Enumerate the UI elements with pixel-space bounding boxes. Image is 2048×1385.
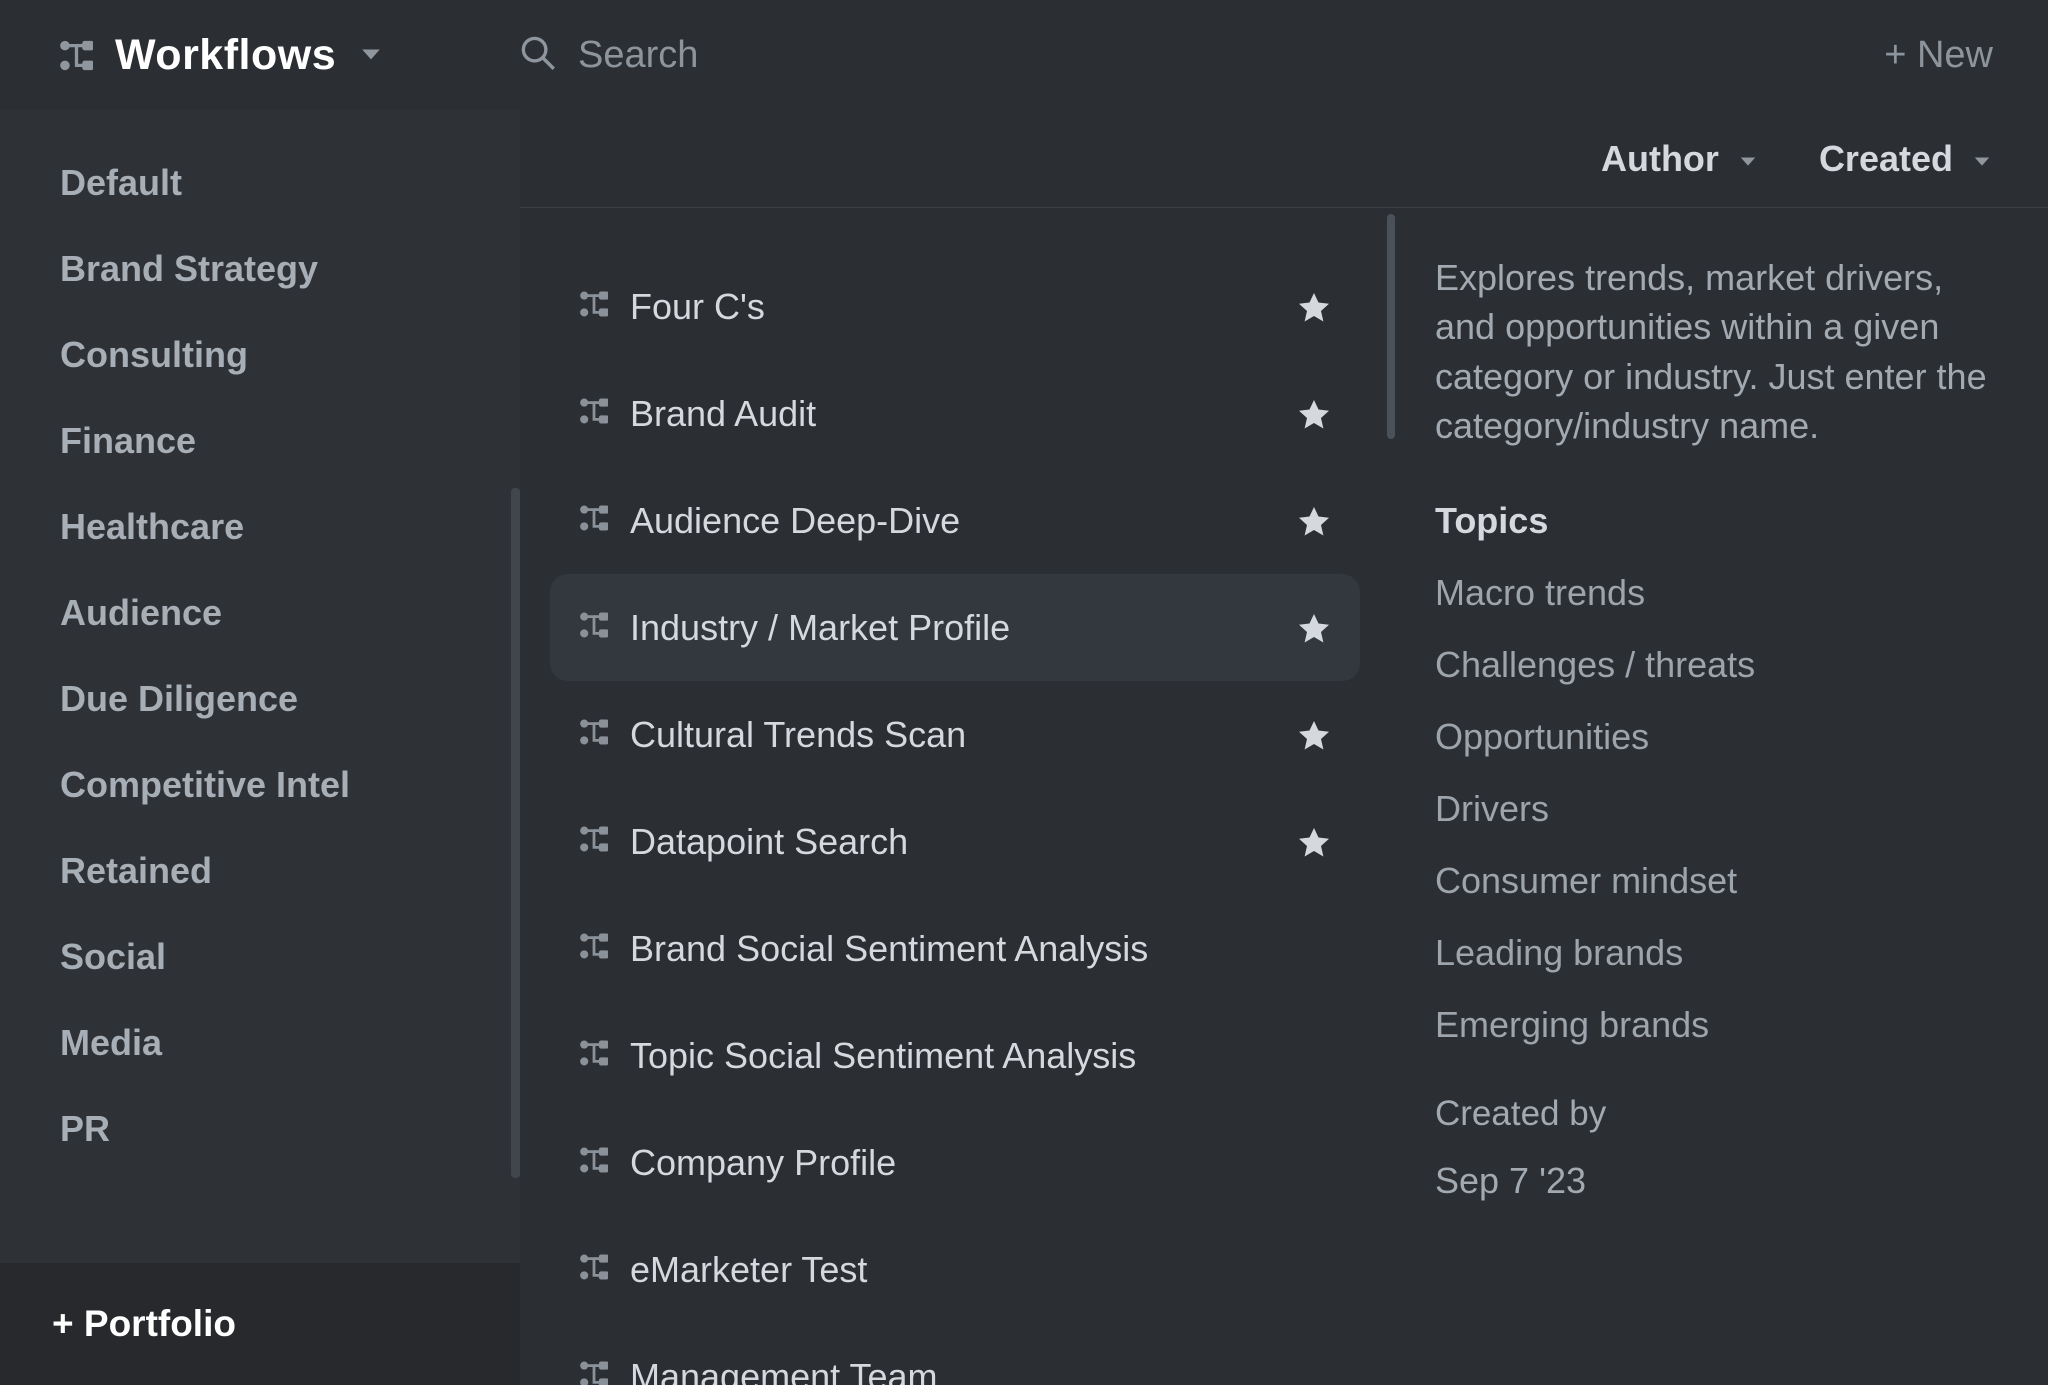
sidebar-item[interactable]: Retained [0,828,520,914]
workflow-item[interactable]: Company Profile [550,1109,1360,1216]
filter-created-label: Created [1819,138,1953,180]
detail-panel: Explores trends, market drivers, and opp… [1390,208,2048,1385]
new-button[interactable]: + New [1884,34,2048,77]
star-icon[interactable] [1298,291,1330,323]
workflow-icon [580,611,608,644]
workflow-icon [580,1039,608,1072]
workflow-title: Topic Social Sentiment Analysis [630,1035,1330,1077]
workflow-title: Management Team [630,1356,1330,1385]
filter-created[interactable]: Created [1819,138,1993,180]
workflow-title: eMarketer Test [630,1249,1330,1291]
workflow-icon [580,504,608,537]
workflow-item[interactable]: Cultural Trends Scan [550,681,1360,788]
workflow-item[interactable]: Datapoint Search [550,788,1360,895]
workflow-icon [580,932,608,965]
created-by-label: Created by [1435,1094,1993,1134]
workflow-title: Four C's [630,286,1276,328]
workflow-icon [580,397,608,430]
workflow-description: Explores trends, market drivers, and opp… [1435,253,1993,450]
topic-item: Drivers [1435,788,1993,830]
caret-down-icon [1737,138,1759,180]
star-icon[interactable] [1298,612,1330,644]
scrollbar-thumb[interactable] [511,488,520,1178]
topic-item: Macro trends [1435,572,1993,614]
sidebar-item[interactable]: Consulting [0,312,520,398]
workflow-icon [580,1146,608,1179]
workflow-icon [580,1360,608,1385]
search-icon [520,35,556,76]
workflow-title: Company Profile [630,1142,1330,1184]
search-area [520,34,1884,77]
top-bar: Workflows + New [0,0,2048,110]
workflow-list: Four C's Brand Audit Audience Deep-Dive Ind… [520,208,1390,1385]
star-icon[interactable] [1298,826,1330,858]
topic-item: Opportunities [1435,716,1993,758]
workflow-icon [580,825,608,858]
sidebar-item[interactable]: Finance [0,398,520,484]
topic-item: Challenges / threats [1435,644,1993,686]
sidebar-item[interactable]: PR [0,1086,520,1172]
workflow-title: Industry / Market Profile [630,607,1276,649]
workflow-icon [580,290,608,323]
sidebar-item[interactable]: Healthcare [0,484,520,570]
topic-item: Consumer mindset [1435,860,1993,902]
add-portfolio-button[interactable]: + Portfolio [0,1263,520,1385]
sidebar-item[interactable]: Media [0,1000,520,1086]
caret-down-icon [358,44,384,66]
workflow-title: Brand Social Sentiment Analysis [630,928,1330,970]
filter-author[interactable]: Author [1601,138,1759,180]
sidebar-item[interactable]: Social [0,914,520,1000]
sidebar-item[interactable]: Default [0,140,520,226]
sidebar-item[interactable]: Audience [0,570,520,656]
star-icon[interactable] [1298,505,1330,537]
topic-item: Leading brands [1435,932,1993,974]
filter-author-label: Author [1601,138,1719,180]
app-switcher[interactable]: Workflows [0,31,520,80]
workflow-icon [60,39,93,72]
search-input[interactable] [578,34,1884,77]
filter-bar: Author Created [520,110,2048,208]
workflow-title: Audience Deep-Dive [630,500,1276,542]
workflow-item[interactable]: Brand Audit [550,360,1360,467]
workflow-item[interactable]: Four C's [550,253,1360,360]
topics-heading: Topics [1435,500,1993,542]
workflow-title: Cultural Trends Scan [630,714,1276,756]
workflow-item[interactable]: Industry / Market Profile [550,574,1360,681]
created-date: Sep 7 '23 [1435,1160,1993,1202]
workflow-icon [580,718,608,751]
caret-down-icon [1971,138,1993,180]
sidebar-item[interactable]: Due Diligence [0,656,520,742]
workflow-item[interactable]: eMarketer Test [550,1216,1360,1323]
workflow-title: Datapoint Search [630,821,1276,863]
workflow-item[interactable]: Brand Social Sentiment Analysis [550,895,1360,1002]
sidebar-item[interactable]: Competitive Intel [0,742,520,828]
workflow-item[interactable]: Audience Deep-Dive [550,467,1360,574]
workflow-item[interactable]: Topic Social Sentiment Analysis [550,1002,1360,1109]
app-title: Workflows [115,31,336,80]
scrollbar-thumb[interactable] [1387,214,1395,439]
workflow-title: Brand Audit [630,393,1276,435]
topic-item: Emerging brands [1435,1004,1993,1046]
sidebar-item[interactable]: Brand Strategy [0,226,520,312]
sidebar: DefaultBrand StrategyConsultingFinanceHe… [0,110,520,1385]
star-icon[interactable] [1298,719,1330,751]
workflow-item[interactable]: Management Team [550,1323,1360,1385]
star-icon[interactable] [1298,398,1330,430]
workflow-icon [580,1253,608,1286]
